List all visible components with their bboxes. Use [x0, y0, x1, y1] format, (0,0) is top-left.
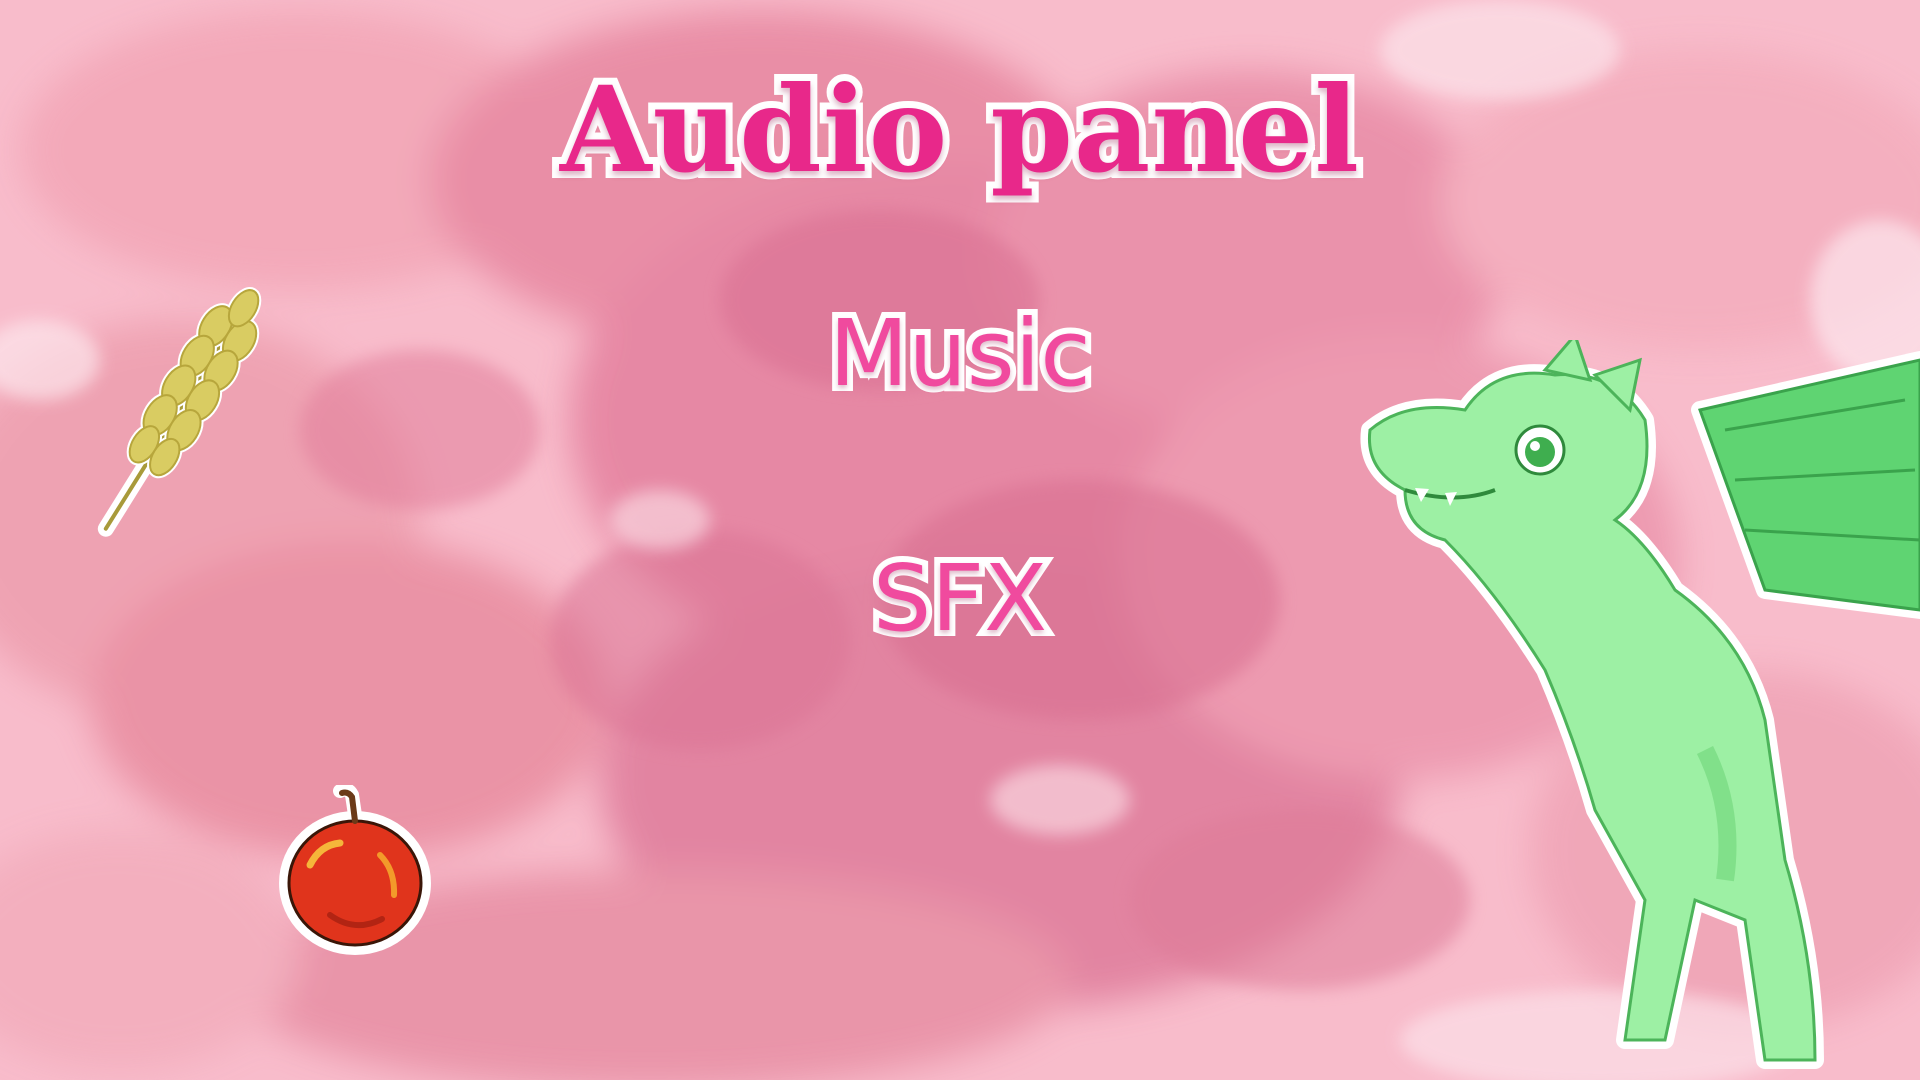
sfx-button[interactable]: SFX	[810, 539, 1110, 658]
green-dragon-sticker	[1360, 340, 1920, 1069]
wheat-sticker-icon	[97, 287, 262, 537]
audio-panel-title: Audio panel	[553, 53, 1366, 206]
apple-sticker-icon	[279, 785, 431, 955]
music-button[interactable]: Music	[810, 294, 1110, 413]
